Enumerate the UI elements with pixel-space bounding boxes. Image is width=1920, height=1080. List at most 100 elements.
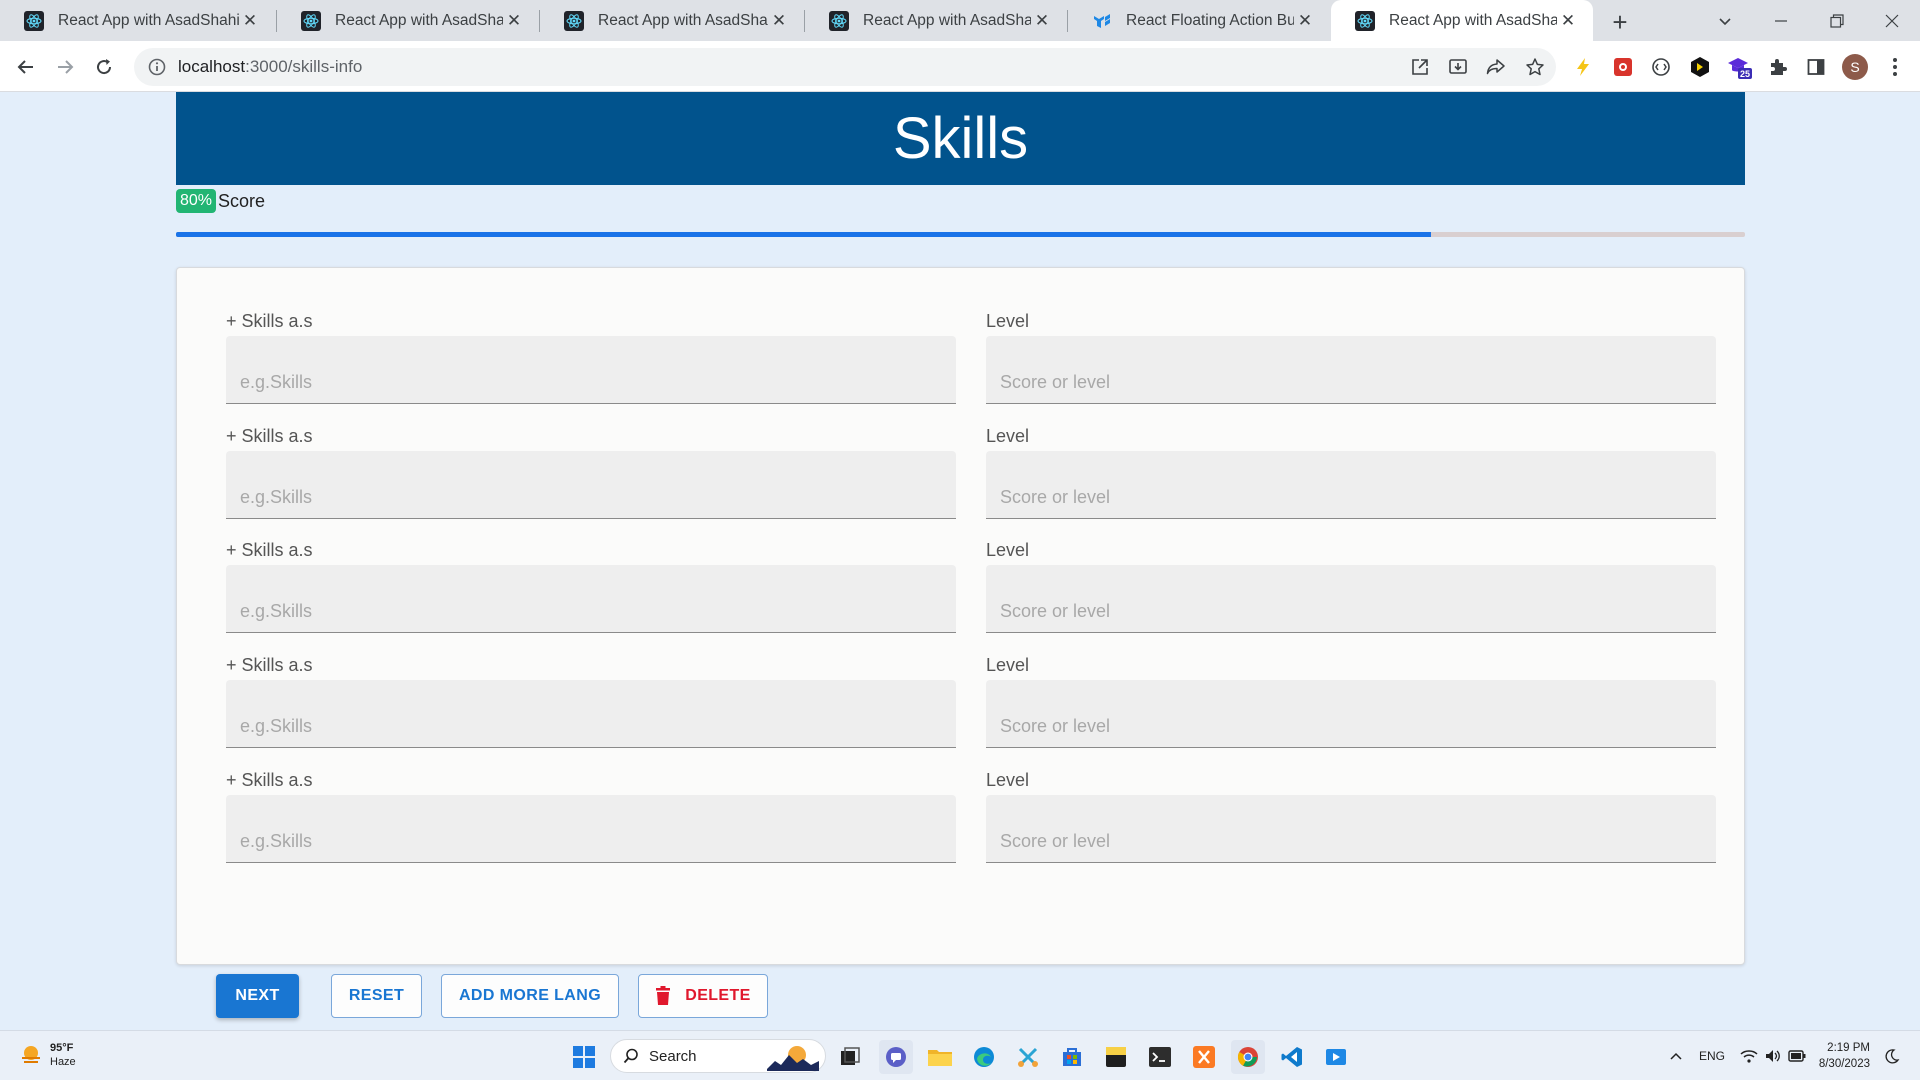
notification-moon-icon[interactable] xyxy=(1884,1031,1900,1080)
browser-tab[interactable]: React App with AsadShahi ✕ xyxy=(277,0,539,41)
skill-field-group: + Skills a.s xyxy=(226,535,956,633)
back-arrow-icon[interactable] xyxy=(9,50,43,84)
xampp-icon[interactable] xyxy=(1187,1040,1221,1074)
close-window-button[interactable] xyxy=(1864,0,1920,41)
skill-input[interactable] xyxy=(226,565,956,633)
show-hidden-icons-chevron-icon[interactable] xyxy=(1669,1031,1683,1080)
tab-title: React App with AsadShahi xyxy=(598,11,768,29)
forward-arrow-icon[interactable] xyxy=(48,50,82,84)
extension-circle-icon[interactable] xyxy=(1647,53,1675,81)
browser-tab[interactable]: React Floating Action Button ✕ xyxy=(1068,0,1330,41)
sticky-notes-icon[interactable] xyxy=(1099,1040,1133,1074)
bookmark-star-icon[interactable] xyxy=(1518,50,1552,84)
wifi-icon[interactable] xyxy=(1740,1031,1758,1080)
add-more-lang-button[interactable]: ADD MORE LANG xyxy=(441,974,619,1018)
level-input[interactable] xyxy=(986,565,1716,633)
extension-lightning-icon[interactable] xyxy=(1569,53,1597,81)
level-label: Level xyxy=(986,540,1030,560)
tab-title: React App with AsadShahi xyxy=(58,11,239,29)
volume-icon[interactable] xyxy=(1764,1031,1782,1080)
reset-button[interactable]: RESET xyxy=(331,974,422,1018)
delete-button[interactable]: DELETE xyxy=(638,974,768,1018)
skill-label: + Skills a.s xyxy=(226,540,313,560)
page-title: Skills xyxy=(892,106,1029,171)
level-label: Level xyxy=(986,770,1030,790)
install-app-icon[interactable] xyxy=(1441,50,1475,84)
delete-button-label: DELETE xyxy=(685,987,751,1004)
taskbar-clock[interactable]: 2:19 PM 8/30/2023 xyxy=(1810,1040,1870,1072)
page-viewport: Skills 80% Score + Skills a.s Level + Sk… xyxy=(0,92,1920,1030)
score-badge: 80% xyxy=(176,189,217,213)
site-info-icon[interactable] xyxy=(146,56,168,78)
search-icon xyxy=(623,1048,638,1064)
share-icon[interactable] xyxy=(1479,50,1513,84)
microsoft-store-icon[interactable] xyxy=(1055,1040,1089,1074)
level-label: Level xyxy=(986,311,1030,331)
skill-field-group: + Skills a.s xyxy=(226,650,956,748)
browser-tab-active[interactable]: React App with AsadShahi ✕ xyxy=(1331,0,1593,41)
browser-tab[interactable]: React App with AsadShahi ✕ xyxy=(0,0,275,41)
level-input[interactable] xyxy=(986,680,1716,748)
level-input[interactable] xyxy=(986,336,1716,404)
open-in-app-icon[interactable] xyxy=(1403,50,1437,84)
tab-search-chevron-icon[interactable] xyxy=(1697,0,1753,41)
browser-tab[interactable]: React App with AsadShahi ✕ xyxy=(540,0,804,41)
close-icon[interactable]: ✕ xyxy=(503,10,525,32)
reload-icon[interactable] xyxy=(87,50,121,84)
battery-icon[interactable] xyxy=(1788,1031,1806,1080)
skill-input[interactable] xyxy=(226,451,956,519)
extension-graduation-cap-icon[interactable]: 25 xyxy=(1725,53,1753,81)
menu-kebab-icon[interactable] xyxy=(1881,53,1909,81)
profile-avatar[interactable]: S xyxy=(1841,53,1869,81)
puzzle-extensions-icon[interactable] xyxy=(1764,53,1792,81)
level-label: Level xyxy=(986,655,1030,675)
terminal-icon[interactable] xyxy=(1143,1040,1177,1074)
url-host: localhost xyxy=(178,57,246,76)
close-icon[interactable]: ✕ xyxy=(1031,10,1053,32)
extension-hexagon-icon[interactable] xyxy=(1686,53,1714,81)
close-icon[interactable]: ✕ xyxy=(239,10,261,32)
clock-date: 8/30/2023 xyxy=(1818,1058,1870,1070)
close-icon[interactable]: ✕ xyxy=(1557,10,1579,32)
close-icon[interactable]: ✕ xyxy=(768,10,790,32)
windows-start-icon[interactable] xyxy=(567,1040,601,1074)
file-explorer-icon[interactable] xyxy=(923,1040,957,1074)
level-input[interactable] xyxy=(986,451,1716,519)
mui-icon xyxy=(1094,13,1110,28)
progress-bar-fill xyxy=(176,232,1432,237)
extension-red-icon[interactable] xyxy=(1609,53,1637,81)
tab-title: React App with AsadShahi xyxy=(335,11,503,29)
language-indicator[interactable]: ENG xyxy=(1699,1031,1725,1080)
edge-browser-icon[interactable] xyxy=(967,1040,1001,1074)
weather-widget[interactable]: 95°F Haze xyxy=(18,1041,76,1069)
side-panel-icon[interactable] xyxy=(1802,53,1830,81)
new-tab-button[interactable]: + xyxy=(1604,6,1636,38)
tab-title: React App with AsadShahi xyxy=(1389,11,1557,29)
score-row: 80% Score xyxy=(176,188,265,214)
task-view-icon[interactable] xyxy=(833,1040,867,1074)
minimize-button[interactable] xyxy=(1753,0,1809,41)
teams-chat-icon[interactable] xyxy=(879,1040,913,1074)
media-player-icon[interactable] xyxy=(1319,1040,1353,1074)
chrome-icon[interactable] xyxy=(1231,1040,1265,1074)
progress-bar xyxy=(176,232,1745,237)
close-icon[interactable]: ✕ xyxy=(1294,10,1316,32)
address-bar[interactable]: localhost:3000/skills-info xyxy=(134,48,1556,86)
page-header: Skills xyxy=(176,92,1745,185)
snipping-tool-icon[interactable] xyxy=(1011,1040,1045,1074)
browser-tab[interactable]: React App with AsadShahi ✕ xyxy=(805,0,1067,41)
tab-title: React App with AsadShahi xyxy=(863,11,1031,29)
next-button[interactable]: NEXT xyxy=(216,974,299,1018)
skill-input[interactable] xyxy=(226,795,956,863)
skill-input[interactable] xyxy=(226,680,956,748)
level-input[interactable] xyxy=(986,795,1716,863)
weather-desc: Haze xyxy=(50,1056,76,1068)
react-icon xyxy=(24,10,44,31)
restore-button[interactable] xyxy=(1809,0,1865,41)
taskbar-search[interactable]: Search xyxy=(610,1039,826,1073)
skill-label: + Skills a.s xyxy=(226,311,313,331)
skill-input[interactable] xyxy=(226,336,956,404)
skill-field-group: + Skills a.s xyxy=(226,306,956,404)
vscode-icon[interactable] xyxy=(1275,1040,1309,1074)
skill-field-group: + Skills a.s xyxy=(226,765,956,863)
